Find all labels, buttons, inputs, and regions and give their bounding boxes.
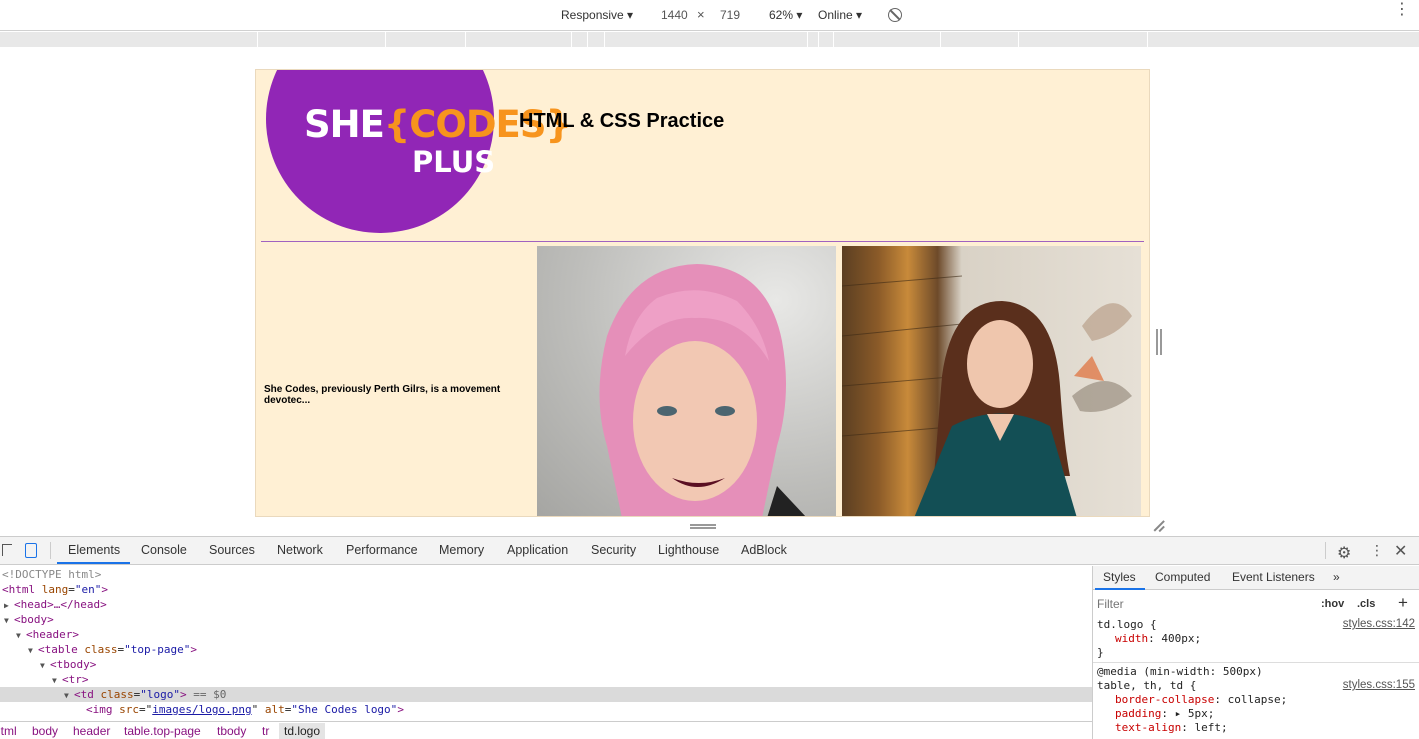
rule2-source-link[interactable]: styles.css:155 — [1343, 679, 1415, 691]
new-rule-icon[interactable]: + — [1398, 593, 1408, 613]
dom-tr[interactable]: ▼ <tr> — [52, 672, 1144, 687]
divider — [261, 241, 1144, 242]
tab-event-listeners[interactable]: Event Listeners — [1232, 570, 1315, 584]
dom-doctype[interactable]: <!DOCTYPE html> — [2, 567, 1094, 582]
breadcrumb: html body header table.top-page tbody tr… — [0, 721, 1092, 739]
inspect-icon[interactable] — [2, 544, 12, 556]
tab-adblock[interactable]: AdBlock — [741, 543, 787, 557]
width-input[interactable]: 1440 — [661, 8, 688, 22]
profile-photo-pink-hair — [537, 246, 836, 516]
more-tabs-icon[interactable]: » — [1333, 570, 1340, 584]
rotate-icon[interactable] — [888, 8, 902, 22]
devtools-panel: Elements Console Sources Network Perform… — [0, 536, 1419, 739]
device-toggle-icon[interactable] — [25, 543, 37, 558]
tab-performance[interactable]: Performance — [346, 543, 418, 557]
network-select[interactable]: Online ▾ — [818, 8, 862, 22]
crumb-header[interactable]: header — [73, 724, 110, 738]
tab-security[interactable]: Security — [591, 543, 636, 557]
web-page: SHE{CODES} PLUS HTML & CSS Practice She … — [255, 69, 1150, 517]
crumb-td-logo[interactable]: td.logo — [279, 723, 326, 739]
crumb-table[interactable]: table.top-page — [124, 724, 201, 738]
devtools-more-icon[interactable]: ⋮ — [1370, 542, 1384, 559]
crumb-tbody[interactable]: tbody — [217, 724, 246, 738]
device-toolbar: Responsive ▾ 1440 × 719 62% ▾ Online ▾ ⋮ — [0, 0, 1419, 31]
crumb-tr[interactable]: tr — [262, 724, 269, 738]
resize-handle-bottom[interactable] — [690, 524, 716, 529]
rule1-source-link[interactable]: styles.css:142 — [1343, 618, 1415, 630]
close-icon[interactable]: ✕ — [1394, 541, 1407, 561]
tab-application[interactable]: Application — [507, 543, 568, 557]
dom-img[interactable]: <img src="images/logo.png" alt="She Code… — [86, 702, 1178, 717]
styles-filter-input[interactable] — [1097, 594, 1309, 614]
resize-handle-right[interactable] — [1156, 329, 1162, 355]
zoom-select[interactable]: 62% ▾ — [769, 8, 802, 22]
bio-text: She Codes, previously Perth Gilrs, is a … — [264, 384, 501, 406]
crumb-body[interactable]: body — [32, 724, 58, 738]
dom-header[interactable]: ▼ <header> — [16, 627, 1108, 642]
logo: SHE{CODES} PLUS — [266, 70, 572, 233]
styles-tabbar: Styles Computed Event Listeners » — [1093, 566, 1419, 590]
settings-gear-icon[interactable]: ⚙ — [1337, 543, 1351, 563]
hov-toggle[interactable]: :hov — [1321, 598, 1344, 610]
device-select[interactable]: Responsive ▾ — [561, 8, 633, 22]
rule-td-logo: td.logo { width: 400px; } — [1097, 618, 1202, 659]
dom-td-logo-selected[interactable]: ▼ <td class="logo"> == $0 — [0, 687, 1092, 702]
dimension-separator: × — [697, 7, 705, 22]
dom-tbody[interactable]: ▼ <tbody> — [40, 657, 1132, 672]
tab-console[interactable]: Console — [141, 543, 187, 557]
media-query-bar[interactable] — [0, 32, 1419, 47]
dom-body[interactable]: ▼ <body> — [4, 612, 1096, 627]
viewport: SHE{CODES} PLUS HTML & CSS Practice She … — [0, 47, 1419, 536]
dom-table[interactable]: ▼ <table class="top-page"> — [28, 642, 1120, 657]
tab-computed[interactable]: Computed — [1155, 570, 1210, 584]
more-options-icon[interactable]: ⋮ — [1394, 2, 1410, 18]
tab-sources[interactable]: Sources — [209, 543, 255, 557]
tab-elements[interactable]: Elements — [68, 543, 120, 557]
cls-toggle[interactable]: .cls — [1357, 598, 1375, 610]
devtools-tabbar: Elements Console Sources Network Perform… — [0, 537, 1419, 565]
resize-handle-corner[interactable] — [1153, 520, 1165, 532]
logo-plus-text: PLUS — [412, 145, 496, 179]
elements-tree: <!DOCTYPE html> <html lang="en"> ▶ <head>… — [0, 566, 1092, 721]
height-input[interactable]: 719 — [720, 8, 740, 22]
crumb-html[interactable]: html — [0, 724, 17, 738]
profile-photo-teal-top — [842, 246, 1141, 516]
page-title: HTML & CSS Practice — [519, 110, 725, 132]
tab-memory[interactable]: Memory — [439, 543, 484, 557]
dom-html[interactable]: <html lang="en"> — [2, 582, 1094, 597]
dom-head[interactable]: ▶ <head>…</head> — [4, 597, 1096, 612]
tab-network[interactable]: Network — [277, 543, 323, 557]
tab-styles[interactable]: Styles — [1103, 570, 1136, 584]
tab-lighthouse[interactable]: Lighthouse — [658, 543, 719, 557]
styles-pane: Styles Computed Event Listeners » :hov .… — [1092, 566, 1419, 739]
rule-table-th-td: @media (min-width: 500px) table, th, td … — [1097, 665, 1288, 734]
